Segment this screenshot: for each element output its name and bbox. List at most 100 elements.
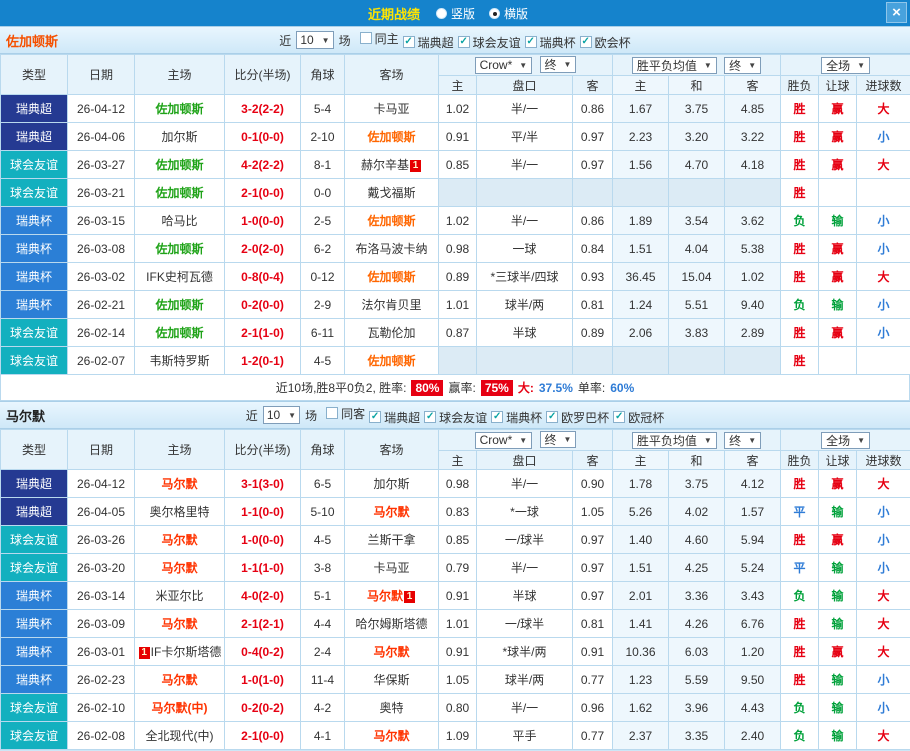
odds-state-value: 终: [544, 433, 557, 448]
col-odds-away: 客: [572, 450, 613, 470]
away-team: 马尔默: [344, 637, 439, 666]
avg-type-value: 胜平负均值: [636, 58, 697, 73]
avg-away: 5.24: [723, 553, 782, 582]
away-team: 卡马亚: [344, 94, 439, 123]
league-badge: 瑞典超: [0, 94, 68, 123]
avg-state-select[interactable]: 终 ▼: [724, 56, 762, 74]
match-date: 26-02-10: [67, 693, 135, 722]
away-odds: 0.77: [572, 721, 613, 750]
filter-checkbox[interactable]: ✓ 瑞典超: [369, 409, 420, 426]
score: 1-0(0-0): [224, 206, 301, 235]
match-count-select[interactable]: 10 ▼: [296, 31, 334, 49]
avg-away: 1.20: [723, 637, 782, 666]
team-label: 马尔默: [161, 477, 198, 491]
team-label: 佐加顿斯: [367, 354, 416, 368]
big-rate-value: 37.5%: [538, 380, 573, 395]
away-team: 布洛马波卡纳: [344, 234, 439, 263]
home-team: 马尔默: [134, 469, 225, 498]
team-label: 马尔默: [373, 645, 410, 659]
home-odds: 0.80: [438, 693, 477, 722]
checkbox-checked-icon: ✓: [546, 411, 559, 423]
odds-company-select[interactable]: Crow* ▼: [474, 56, 533, 74]
team-label: 马尔默: [161, 561, 198, 575]
checkbox-checked-icon: ✓: [491, 411, 504, 423]
avg-type-select[interactable]: 胜平负均值 ▼: [631, 431, 717, 449]
goals-result: 小: [856, 318, 910, 347]
home-team: 佐加顿斯: [134, 150, 225, 179]
score: 1-1(0-0): [224, 497, 301, 526]
page-title: 近期战绩: [367, 6, 420, 22]
col-type: 类型: [0, 54, 68, 95]
avg-home: 1.51: [612, 234, 669, 263]
league-badge: 瑞典杯: [0, 262, 68, 291]
result-badge: 胜: [780, 525, 820, 554]
away-odds: 0.81: [572, 290, 613, 319]
avg-draw: 3.36: [668, 581, 725, 610]
result-badge: 负: [780, 206, 820, 235]
handicap: [476, 346, 573, 375]
match-row: 球会友谊 26-02-10 马尔默(中) 0-2(0-2) 4-2 奥特 0.80 半/一 0.…: [0, 693, 910, 722]
match-row: 瑞典超 26-04-06 加尔斯 0-1(0-0) 2-10 佐加顿斯 0.91 平/半 0.9…: [0, 122, 910, 151]
filter-checkbox[interactable]: ✓ 球会友谊: [424, 409, 487, 426]
chevron-down-icon: ▼: [321, 35, 330, 45]
single-rate-value: 60%: [610, 380, 635, 395]
odds-company-select[interactable]: Crow* ▼: [474, 431, 533, 449]
team-label: 马尔默: [161, 617, 198, 631]
match-count-select[interactable]: 10 ▼: [262, 406, 301, 424]
odds-state-select[interactable]: 终 ▼: [539, 431, 577, 449]
checkbox-checked-icon: ✓: [424, 411, 437, 423]
filter-checkbox[interactable]: ✓ 瑞典杯: [524, 34, 576, 51]
filter-checkbox[interactable]: ✓ 欧会杯: [579, 34, 631, 51]
avg-draw: 3.54: [668, 206, 725, 235]
team-label: IF卡尔斯塔德: [150, 645, 222, 659]
scope-select[interactable]: 全场 ▼: [821, 431, 870, 449]
match-row: 瑞典杯 26-03-08 佐加顿斯 2-0(2-0) 6-2 布洛马波卡纳 0.98 一球 0.…: [0, 234, 910, 263]
avg-type-value: 胜平负均值: [636, 433, 697, 448]
home-team: 加尔斯: [134, 122, 225, 151]
handicap: 半/一: [476, 150, 573, 179]
avg-state-select[interactable]: 终 ▼: [724, 431, 762, 449]
filter-checkbox[interactable]: ✓ 球会友谊: [457, 34, 521, 51]
avg-home: 1.40: [612, 525, 669, 554]
away-team: 法尔肯贝里: [344, 290, 439, 319]
home-team: 马尔默: [134, 665, 225, 694]
team-label: 加尔斯: [161, 130, 198, 144]
close-button[interactable]: ×: [886, 2, 907, 23]
handicap: 半/一: [476, 553, 573, 582]
filter-checkbox[interactable]: 同客: [326, 405, 365, 422]
away-odds: 0.97: [572, 525, 613, 554]
match-date: 26-03-14: [67, 581, 135, 610]
away-team: 戴戈福斯: [344, 178, 439, 207]
chevron-down-icon: ▼: [857, 60, 865, 70]
away-team: 佐加顿斯: [344, 206, 439, 235]
away-team: 华保斯: [344, 665, 439, 694]
let-rate-badge: 75%: [480, 379, 513, 396]
team-label: 法尔肯贝里: [361, 298, 422, 312]
filter-checkbox[interactable]: ✓ 瑞典超: [402, 34, 454, 51]
odds-state-select[interactable]: 终 ▼: [539, 56, 577, 74]
avg-home: 1.41: [612, 609, 669, 638]
goals-result: [856, 178, 910, 207]
home-team: 奥尔格里特: [134, 497, 225, 526]
filter-checkbox[interactable]: ✓ 瑞典杯: [491, 409, 542, 426]
handicap-result: 输: [818, 609, 858, 638]
scope-select[interactable]: 全场 ▼: [821, 56, 870, 74]
avg-type-select[interactable]: 胜平负均值 ▼: [631, 56, 717, 74]
filter-checkbox[interactable]: 同主: [359, 30, 399, 47]
avg-away: 6.76: [723, 609, 782, 638]
away-odds: 0.89: [572, 318, 613, 347]
handicap-result: 输: [818, 581, 858, 610]
radio-vertical-layout[interactable]: 竖版: [435, 5, 475, 22]
match-date: 26-02-14: [67, 318, 135, 347]
avg-draw: 4.25: [668, 553, 725, 582]
filter-checkbox[interactable]: ✓ 欧冠杯: [613, 409, 664, 426]
match-row: 球会友谊 26-02-14 佐加顿斯 2-1(1-0) 6-11 瓦勒伦加 0.87 半球 0.…: [0, 318, 910, 347]
team-label: 卡马亚: [373, 102, 410, 116]
filter-checkbox[interactable]: ✓ 欧罗巴杯: [546, 409, 609, 426]
corner-count: 3-8: [300, 553, 345, 582]
radio-horizontal-layout[interactable]: 横版: [489, 5, 528, 22]
handicap: *三球半/四球: [476, 262, 573, 291]
avg-draw: 3.83: [668, 318, 725, 347]
avg-draw: 5.59: [668, 665, 725, 694]
home-team: 全北现代(中): [134, 721, 225, 750]
